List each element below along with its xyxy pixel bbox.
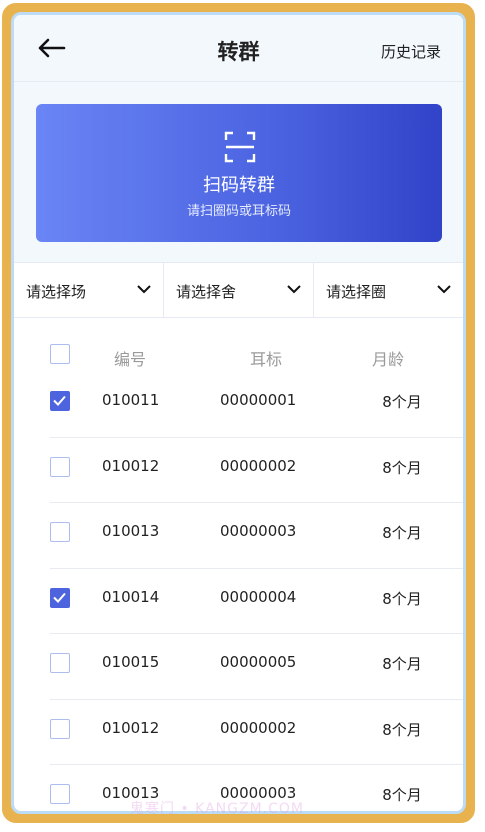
cell-age: 8个月	[382, 589, 422, 608]
cell-age: 8个月	[382, 393, 422, 411]
cell-ear-tag: 00000001	[220, 391, 297, 409]
chevron-down-icon	[287, 285, 301, 294]
table-row[interactable]: 010011 00000001 8个月	[50, 372, 463, 438]
cell-ear-tag: 00000003	[220, 522, 297, 540]
scan-section: 扫码转群 请扫圈码或耳标码	[14, 82, 463, 262]
farm-select[interactable]: 请选择场	[14, 263, 164, 317]
cell-age: 8个月	[382, 786, 422, 804]
top-bar: 转群 历史记录	[14, 15, 463, 82]
row-checkbox[interactable]	[50, 587, 70, 608]
cell-ear-tag: 00000005	[220, 653, 297, 671]
cell-ear-tag: 00000002	[220, 456, 297, 475]
row-checkbox[interactable]	[50, 456, 70, 477]
animal-table: 编号 耳标 月龄 010011 00000001 8个月 010012 00000002…	[50, 340, 463, 811]
scan-title: 扫码转群	[203, 175, 275, 196]
watermark: 鬼寒门 • KANGZM.COM	[130, 801, 304, 817]
table-row[interactable]: 010015 00000005 8个月	[50, 634, 463, 700]
chevron-down-icon	[437, 285, 451, 294]
table-header: 编号 耳标 月龄	[50, 340, 463, 372]
cell-number: 010015	[102, 653, 160, 671]
barn-select-label: 请选择舍	[176, 283, 237, 301]
cell-number: 010012	[102, 456, 160, 475]
chevron-down-icon	[137, 285, 151, 294]
cell-number: 010013	[102, 522, 160, 540]
cell-number: 010012	[102, 718, 160, 737]
cell-number: 010011	[102, 391, 160, 409]
row-checkbox[interactable]	[50, 718, 70, 739]
table-row[interactable]: 010012 00000002 8个月	[50, 438, 463, 503]
cell-ear-tag: 00000004	[220, 587, 297, 606]
select-all-checkbox[interactable]	[50, 344, 70, 364]
cell-age: 8个月	[382, 655, 422, 673]
header-number: 编号	[114, 350, 147, 369]
row-checkbox[interactable]	[50, 391, 70, 411]
filter-bar: 请选择场 请选择舍 请选择圈	[14, 262, 463, 318]
device-frame: 转群 历史记录 扫码转群 请扫圈码或耳标码 请选择场 请选择舍 请选择圈 编号 …	[2, 3, 475, 823]
scan-subtitle: 请扫圈码或耳标码	[186, 204, 291, 219]
scan-button[interactable]: 扫码转群 请扫圈码或耳标码	[36, 104, 442, 242]
cell-ear-tag: 00000002	[220, 718, 297, 737]
cell-number: 010014	[102, 587, 160, 606]
check-icon	[53, 395, 66, 406]
app-screen: 转群 历史记录 扫码转群 请扫圈码或耳标码 请选择场 请选择舍 请选择圈 编号 …	[11, 12, 466, 814]
row-checkbox[interactable]	[50, 522, 70, 542]
row-checkbox[interactable]	[50, 784, 70, 804]
barn-select[interactable]: 请选择舍	[164, 263, 314, 317]
cell-age: 8个月	[382, 524, 422, 542]
header-age: 月龄	[371, 350, 404, 369]
cell-age: 8个月	[382, 458, 422, 477]
pen-select[interactable]: 请选择圈	[314, 263, 463, 317]
scan-icon	[224, 131, 256, 163]
history-link[interactable]: 历史记录	[381, 41, 441, 62]
table-row[interactable]: 010014 00000004 8个月	[50, 569, 463, 634]
table-row[interactable]: 010012 00000002 8个月	[50, 700, 463, 765]
check-icon	[53, 592, 66, 603]
cell-age: 8个月	[382, 720, 422, 739]
table-row[interactable]: 010013 00000003 8个月	[50, 503, 463, 569]
farm-select-label: 请选择场	[26, 283, 87, 301]
pen-select-label: 请选择圈	[326, 283, 387, 301]
row-checkbox[interactable]	[50, 653, 70, 673]
